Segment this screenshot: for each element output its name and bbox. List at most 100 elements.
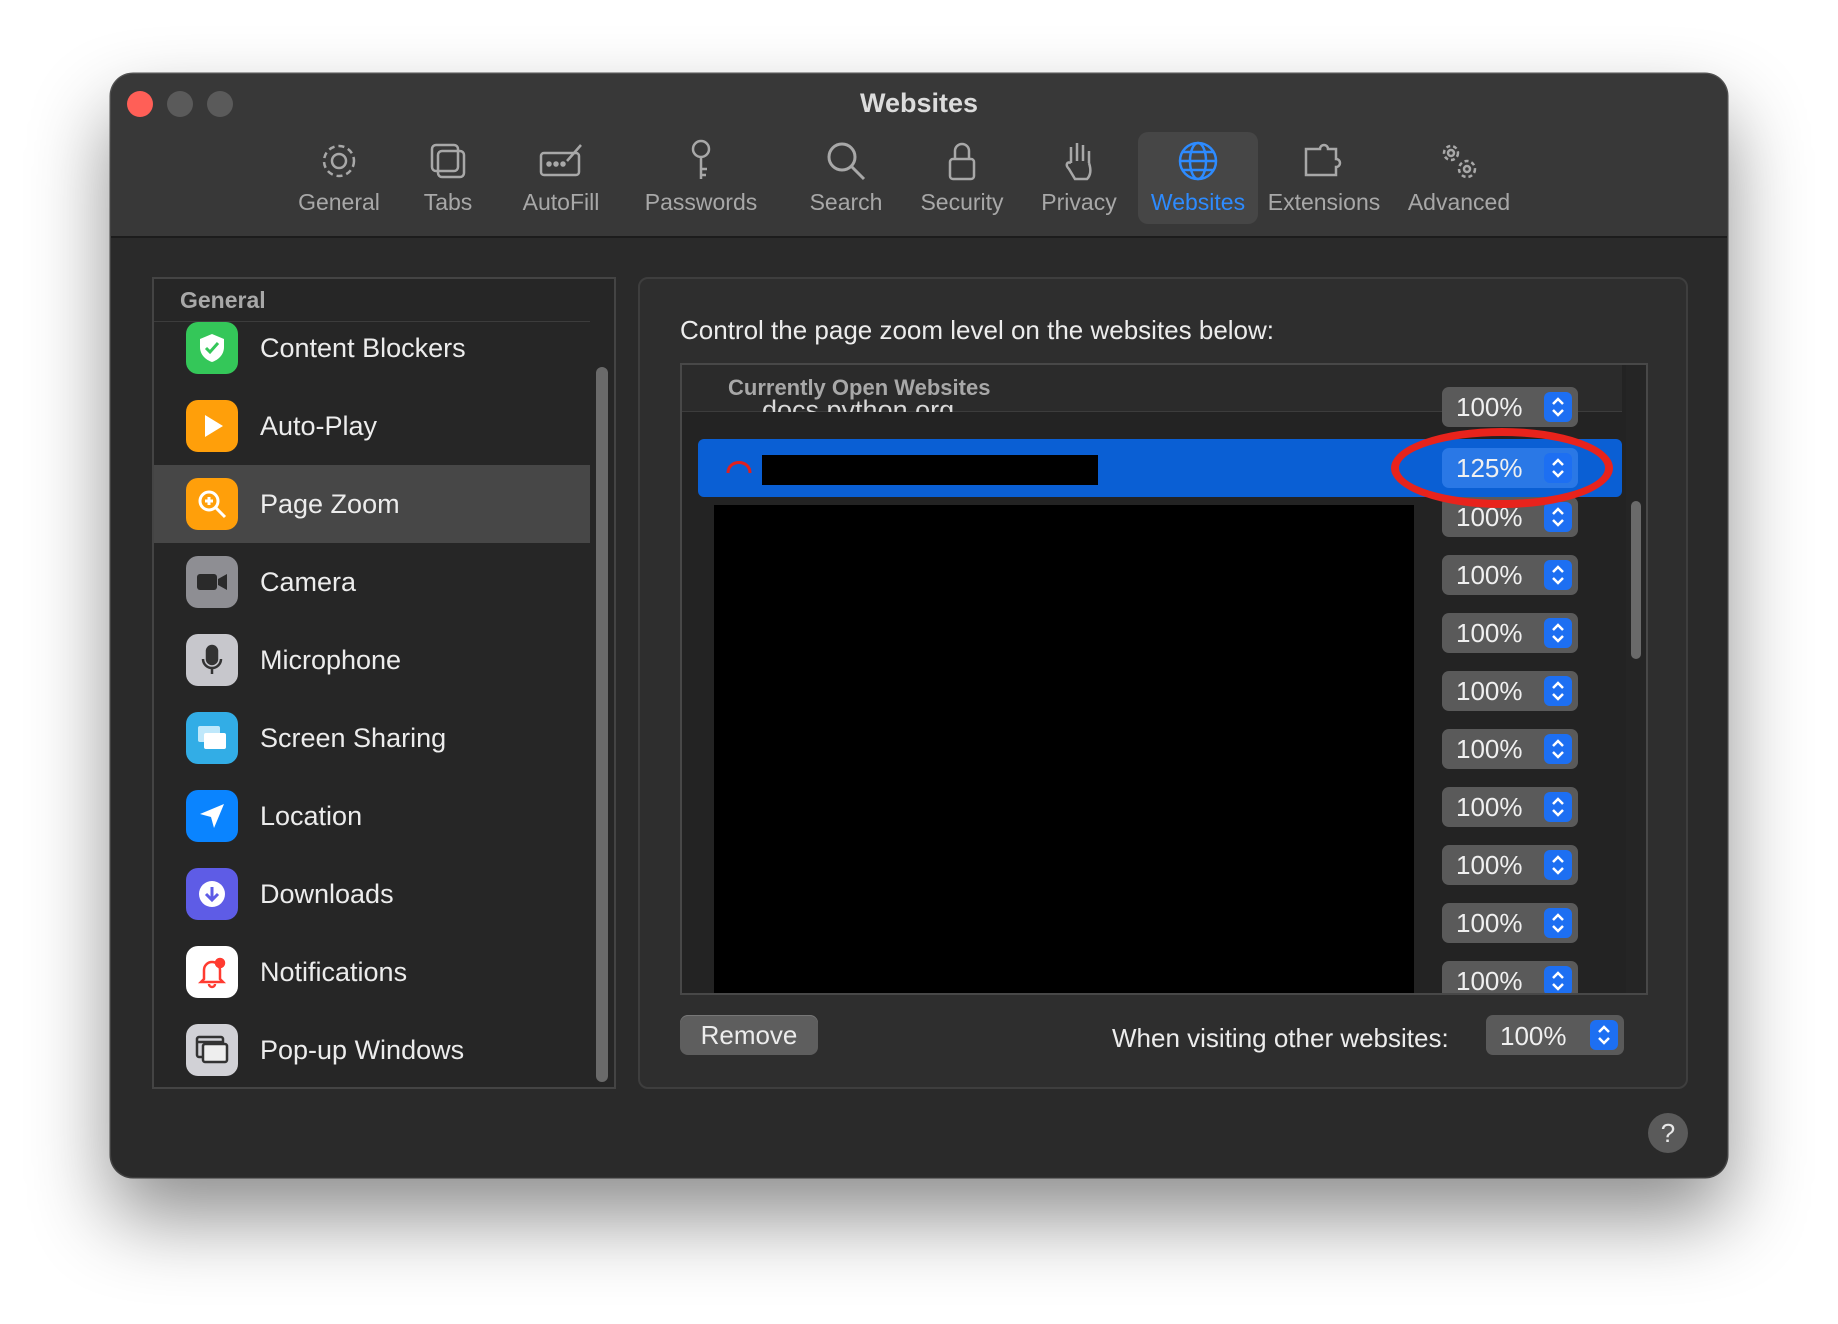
sidebar-item-label: Screen Sharing (260, 722, 447, 753)
zoom-select[interactable]: 100% (1442, 555, 1578, 595)
sidebar-item-screen-sharing[interactable]: Screen Sharing (154, 699, 590, 777)
microphone-icon (186, 634, 238, 686)
sidebar-item-camera[interactable]: Camera (154, 543, 590, 621)
location-icon (186, 790, 238, 842)
sidebar-item-label: Notifications (260, 956, 408, 987)
gear-icon (322, 144, 356, 178)
sidebar-item-label: Microphone (260, 644, 402, 675)
sidebar-item-label: Pop-up Windows (260, 1034, 465, 1065)
chevron-updown-icon (1544, 966, 1572, 993)
zoom-icon (186, 478, 238, 530)
sidebar-item-label: Auto-Play (260, 410, 378, 441)
tab-advanced[interactable]: Advanced (1396, 132, 1522, 224)
tab-search[interactable]: Search (791, 132, 901, 224)
sidebar-item-label: Location (260, 800, 363, 831)
tab-privacy-label: Privacy (1041, 189, 1117, 215)
tab-websites[interactable]: Websites (1138, 132, 1258, 224)
tab-websites-label: Websites (1150, 189, 1246, 215)
zoom-value: 100% (1456, 617, 1523, 648)
shield-check-icon (186, 322, 238, 374)
zoom-select[interactable]: 100% (1442, 387, 1578, 427)
zoom-select[interactable]: 100% (1442, 613, 1578, 653)
chevron-updown-icon (1544, 502, 1572, 532)
tab-advanced-label: Advanced (1407, 189, 1511, 215)
zoom-select[interactable]: 100% (1442, 845, 1578, 885)
sidebar-item-label: Downloads (260, 878, 394, 909)
tab-tabs-label: Tabs (423, 189, 473, 215)
zoom-value: 100% (1456, 559, 1523, 590)
play-icon (186, 400, 238, 452)
camera-icon (186, 556, 238, 608)
sidebar-item-auto-play[interactable]: Auto-Play (154, 387, 590, 465)
chevron-updown-icon (1590, 1020, 1618, 1050)
tab-passwords-label: Passwords (644, 189, 758, 215)
tab-autofill-label: AutoFill (522, 189, 600, 215)
scroll-thumb[interactable] (1631, 501, 1641, 659)
zoom-select[interactable]: 100% (1442, 961, 1578, 995)
zoom-select[interactable]: 100% (1442, 671, 1578, 711)
sidebar-item-label: Camera (260, 566, 357, 597)
puzzle-icon (1304, 143, 1342, 177)
panel-description: Control the page zoom level on the websi… (680, 315, 1275, 345)
chevron-updown-icon (1544, 792, 1572, 822)
zoom-value: 100% (1456, 965, 1523, 995)
help-button[interactable]: ? (1648, 1113, 1688, 1153)
sidebar-item-label: Page Zoom (260, 488, 400, 519)
site-favicon-icon (726, 461, 752, 474)
sidebar-item-content-blockers[interactable]: Content Blockers (154, 309, 590, 387)
lock-icon (948, 142, 976, 181)
chevron-updown-icon (1544, 392, 1572, 422)
zoom-select[interactable]: 100% (1442, 787, 1578, 827)
chevron-updown-icon (1544, 560, 1572, 590)
tab-security[interactable]: Security (907, 132, 1017, 224)
sidebar-item-page-zoom[interactable]: Page Zoom (154, 465, 590, 543)
autofill-icon (539, 144, 582, 177)
key-icon (691, 139, 711, 179)
gears-icon (1442, 144, 1477, 179)
zoom-value: 100% (1456, 791, 1523, 822)
chevron-updown-icon (1544, 618, 1572, 648)
sidebar-item-notifications[interactable]: Notifications (154, 933, 590, 1011)
other-websites-zoom-select[interactable]: 100% (1486, 1015, 1624, 1055)
sidebar-item-popup-windows[interactable]: Pop-up Windows (154, 1011, 590, 1087)
sidebar-item-label: Content Blockers (260, 332, 466, 363)
tab-extensions[interactable]: Extensions (1264, 132, 1384, 224)
download-icon (186, 868, 238, 920)
search-icon (827, 142, 866, 181)
popup-icon (186, 1024, 238, 1076)
hand-icon (1065, 143, 1092, 181)
sidebar-item-downloads[interactable]: Downloads (154, 855, 590, 933)
tabs-icon (430, 143, 466, 179)
list-scrollbar[interactable] (1626, 365, 1646, 993)
zoom-value: 100% (1456, 391, 1523, 422)
tab-tabs[interactable]: Tabs (403, 132, 493, 224)
zoom-value: 100% (1500, 1021, 1567, 1051)
screen-sharing-icon (186, 712, 238, 764)
zoom-value: 100% (1456, 675, 1523, 706)
sidebar-item-microphone[interactable]: Microphone (154, 621, 590, 699)
tab-autofill[interactable]: AutoFill (506, 132, 616, 224)
chevron-updown-icon (1544, 676, 1572, 706)
toolbar: Websites General Tabs AutoFill Passwords… (111, 74, 1727, 238)
annotation-circle (1391, 428, 1613, 508)
tab-privacy[interactable]: Privacy (1029, 132, 1129, 224)
tab-general[interactable]: General (289, 132, 389, 224)
zoom-select[interactable]: 100% (1442, 729, 1578, 769)
page-zoom-panel: Control the page zoom level on the websi… (638, 277, 1688, 1089)
bell-icon (186, 946, 238, 998)
zoom-select[interactable]: 100% (1442, 903, 1578, 943)
preferences-window: Websites General Tabs AutoFill Passwords… (111, 74, 1727, 1177)
tab-passwords[interactable]: Passwords (626, 132, 776, 224)
window-title: Websites (859, 88, 979, 118)
globe-icon (1178, 141, 1218, 181)
zoom-value: 100% (1456, 849, 1523, 880)
zoom-value: 100% (1456, 733, 1523, 764)
tab-extensions-label: Extensions (1267, 189, 1381, 215)
sidebar-scrollbar[interactable] (596, 367, 608, 1082)
tab-search-label: Search (809, 189, 883, 215)
sidebar-item-location[interactable]: Location (154, 777, 590, 855)
chevron-updown-icon (1544, 734, 1572, 764)
list-item[interactable]: docs.python.org (762, 395, 954, 412)
remove-button[interactable]: Remove (680, 1015, 818, 1055)
redacted-site-list (714, 505, 1414, 993)
